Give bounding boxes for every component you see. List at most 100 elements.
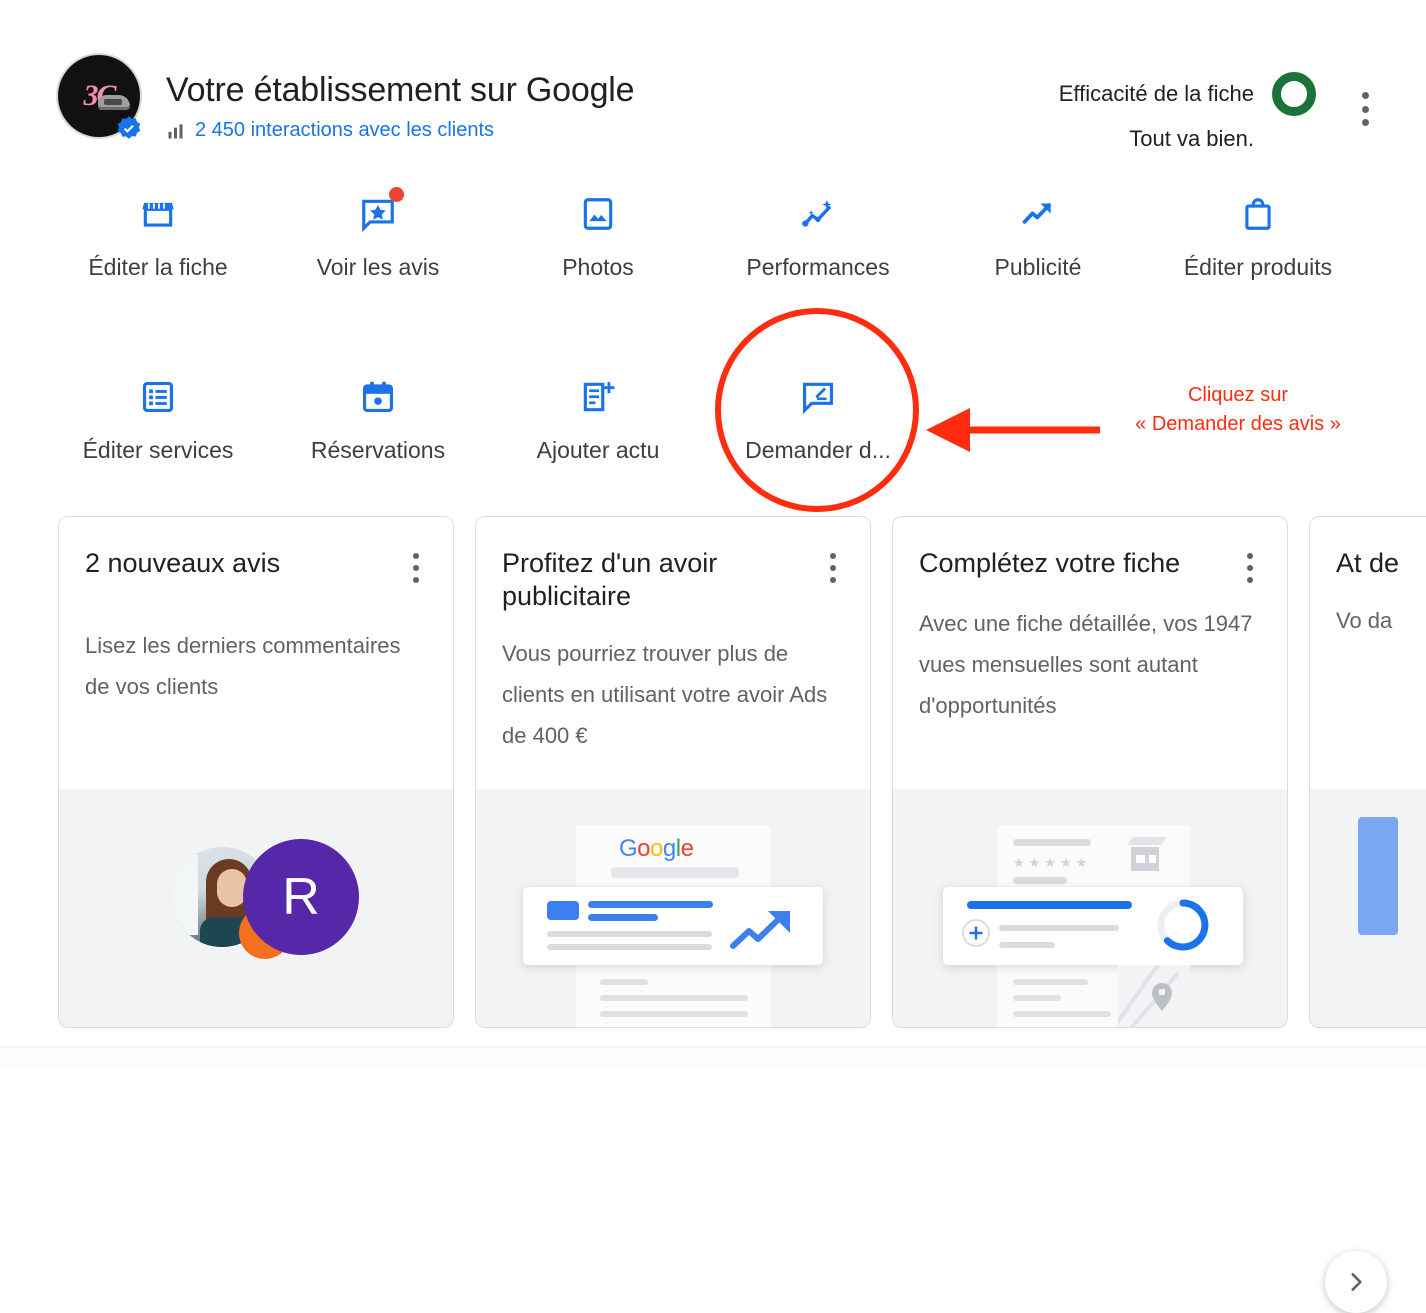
action-label: Réservations xyxy=(310,437,446,463)
illu-line xyxy=(547,931,712,937)
profile-strength-ring-icon xyxy=(1272,72,1316,116)
illu-progress-bar xyxy=(967,901,1132,909)
action-label: Photos xyxy=(562,254,634,280)
interactions-row[interactable]: 2 450 interactions avec les clients xyxy=(166,119,634,142)
more-vertical-icon xyxy=(1247,553,1253,559)
more-vertical-icon xyxy=(413,565,419,571)
business-profile-panel: 3C Votre établissement sur Google 2 450 … xyxy=(0,0,1426,1313)
card-body: Vo da xyxy=(1336,608,1393,633)
illu-line xyxy=(1013,877,1067,884)
profile-strength-status: Tout va bien. xyxy=(1129,126,1254,151)
more-vertical-icon xyxy=(1361,92,1369,99)
illu-line xyxy=(588,914,658,921)
quick-actions-row-1: Éditer la fiche Voir les avis Photos Per… xyxy=(0,180,1426,281)
storefront-icon xyxy=(136,192,180,236)
action-add-post[interactable]: Ajouter actu xyxy=(488,363,708,464)
action-view-reviews[interactable]: Voir les avis xyxy=(268,180,488,281)
card-clipped-next[interactable]: At de Vo da xyxy=(1309,516,1426,1028)
action-performance[interactable]: Performances xyxy=(708,180,928,281)
header-overflow-menu-button[interactable] xyxy=(1352,92,1378,126)
insights-icon xyxy=(796,192,840,236)
action-request-reviews[interactable]: Demander d... xyxy=(708,363,928,464)
illu-storefront-icon xyxy=(1127,837,1167,871)
calendar-icon xyxy=(356,375,400,419)
illu-star-rating: ★★★★★ xyxy=(1013,855,1092,870)
card-overflow-menu-button[interactable] xyxy=(405,553,427,583)
illu-line xyxy=(600,979,648,985)
annotation-text: Cliquez sur « Demander des avis » xyxy=(1108,381,1368,439)
notification-dot-icon xyxy=(389,187,404,202)
card-complete-profile[interactable]: Complétez votre fiche Avec une fiche dét… xyxy=(892,516,1288,1028)
card-overflow-menu-button[interactable] xyxy=(1239,553,1261,583)
action-label: Demander d... xyxy=(745,437,891,463)
more-vertical-icon xyxy=(1361,105,1369,113)
card-title: Complétez votre fiche xyxy=(919,548,1181,578)
action-edit-products[interactable]: Éditer produits xyxy=(1148,180,1368,281)
illu-line xyxy=(1013,1011,1111,1017)
suggestion-cards-carousel: 2 nouveaux avis Lisez les derniers comme… xyxy=(0,516,1426,1313)
card-body: Avec une fiche détaillée, vos 1947 vues … xyxy=(919,611,1253,718)
review-star-icon xyxy=(356,187,404,236)
more-vertical-icon xyxy=(830,577,836,583)
illu-line xyxy=(600,1011,748,1017)
action-photos[interactable]: Photos xyxy=(488,180,708,281)
photo-icon xyxy=(576,192,620,236)
card-title: At de xyxy=(1336,548,1400,578)
action-label: Éditer produits xyxy=(1183,254,1333,280)
action-label: Éditer la fiche xyxy=(88,254,228,280)
card-title: 2 nouveaux avis xyxy=(85,548,281,578)
illu-progress-ring-icon xyxy=(1157,899,1209,951)
action-label: Performances xyxy=(746,254,890,280)
illu-highlight-card xyxy=(943,887,1243,965)
action-bookings[interactable]: Réservations xyxy=(268,363,488,464)
action-edit-services[interactable]: Éditer services xyxy=(48,363,268,464)
card-illustration-profile-completion: ★★★★★ xyxy=(893,789,1287,1027)
card-title: Profitez d'un avoir publicitaire xyxy=(502,548,718,611)
action-edit-profile[interactable]: Éditer la fiche xyxy=(48,180,268,281)
request-review-icon xyxy=(796,375,840,419)
more-vertical-icon xyxy=(830,565,836,571)
card-ads-credit[interactable]: Profitez d'un avoir publicitaire Vous po… xyxy=(475,516,871,1028)
business-avatar[interactable]: 3C xyxy=(58,55,141,139)
more-vertical-icon xyxy=(413,577,419,583)
more-vertical-icon xyxy=(1247,577,1253,583)
bar-chart-icon xyxy=(168,123,183,138)
more-vertical-icon xyxy=(1361,119,1369,126)
list-alt-icon xyxy=(136,375,180,419)
more-vertical-icon xyxy=(413,553,419,559)
action-label: Ajouter actu xyxy=(536,437,660,463)
illu-line xyxy=(999,925,1119,931)
post-add-icon xyxy=(576,375,620,419)
bottom-scroll-band xyxy=(0,1046,1426,1068)
shopping-bag-icon xyxy=(1236,192,1280,236)
illu-line xyxy=(999,942,1055,948)
illu-line xyxy=(1013,995,1061,1001)
page-title: Votre établissement sur Google xyxy=(166,71,635,109)
more-vertical-icon xyxy=(830,553,836,559)
carousel-next-button[interactable] xyxy=(1325,1251,1387,1313)
illu-line xyxy=(1013,839,1091,846)
illu-highlight-card xyxy=(523,887,823,965)
car-glyph xyxy=(98,95,130,110)
title-block: Votre établissement sur Google 2 450 int… xyxy=(166,70,635,142)
card-illustration-reviewer-avatars: R xyxy=(59,789,453,1027)
action-label: Voir les avis xyxy=(316,254,440,280)
illu-trend-arrow-icon xyxy=(730,911,790,949)
illu-line xyxy=(600,995,748,1001)
illu-line xyxy=(1013,979,1088,985)
interactions-link[interactable]: 2 450 interactions avec les clients xyxy=(195,119,494,142)
illu-search-bar xyxy=(611,867,739,878)
action-advertising[interactable]: Publicité xyxy=(928,180,1148,281)
annotation-line-2: « Demander des avis » xyxy=(1135,413,1341,435)
card-new-reviews[interactable]: 2 nouveaux avis Lisez les derniers comme… xyxy=(58,516,454,1028)
card-body: Lisez les derniers commentaires de vos c… xyxy=(85,633,401,699)
profile-strength: Efficacité de la fiche Tout va bien. xyxy=(1059,72,1316,152)
reviewer-initial-avatar: R xyxy=(243,839,359,955)
action-label: Éditer services xyxy=(82,437,234,463)
card-illustration-clipped xyxy=(1310,789,1426,1027)
card-overflow-menu-button[interactable] xyxy=(822,553,844,583)
illu-ad-badge xyxy=(547,901,579,920)
panel-header: 3C Votre établissement sur Google 2 450 … xyxy=(0,0,1426,175)
annotation-line-1: Cliquez sur xyxy=(1187,384,1289,406)
trending-up-icon xyxy=(1016,192,1060,236)
